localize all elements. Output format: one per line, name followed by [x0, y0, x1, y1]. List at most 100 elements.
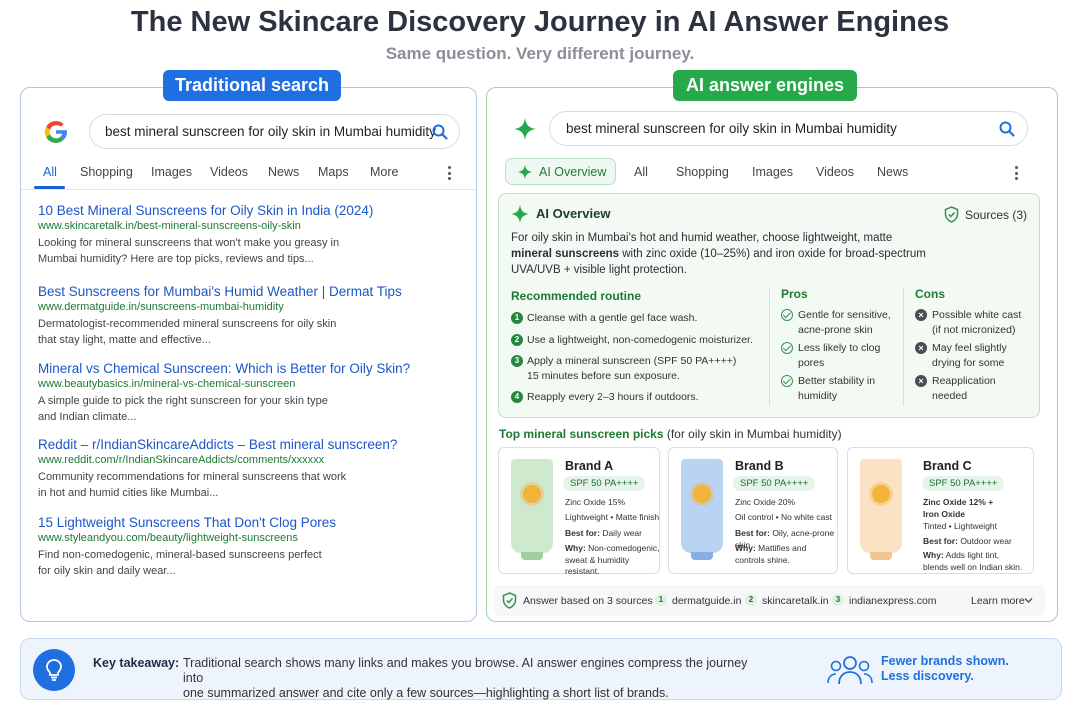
result-snippet: A simple guide to pick the right sunscre…: [38, 395, 328, 423]
brand-name: Brand B: [735, 459, 784, 473]
tab-images[interactable]: Images: [151, 165, 192, 179]
shield-check-icon: [502, 592, 517, 609]
tab-news[interactable]: News: [268, 165, 299, 179]
result-snippet: Find non-comedogenic, mineral-based suns…: [38, 549, 322, 577]
page-title: The New Skincare Discovery Journey in AI…: [130, 6, 950, 38]
sunscreen-tube-icon: [681, 459, 723, 560]
features: Oil control • No white cast: [735, 512, 832, 522]
features: Lightweight • Matte finish: [565, 512, 660, 522]
check-icon: [781, 342, 793, 354]
result-snippet: Community recommendations for mineral su…: [38, 471, 347, 499]
tab-news[interactable]: News: [877, 165, 908, 179]
tab-ai-overview-label: AI Overview: [539, 165, 607, 179]
source-number: 1: [655, 594, 667, 606]
tab-all[interactable]: All: [634, 165, 648, 179]
routine-step: 1 Cleanse with a gentle gel face wash.: [511, 311, 761, 326]
tab-shopping[interactable]: Shopping: [676, 165, 729, 179]
pros-item: Better stability in humidity: [781, 374, 875, 403]
tab-all[interactable]: All: [43, 165, 57, 179]
search-result: 15 Lightweight Sunscreens That Don't Clo…: [38, 515, 458, 579]
x-icon: ×: [915, 375, 927, 387]
result-title-link[interactable]: 15 Lightweight Sunscreens That Don't Clo…: [38, 515, 458, 530]
features: Tinted • Lightweight: [923, 521, 998, 531]
brand-name: Brand C: [923, 459, 972, 473]
source-link[interactable]: dermatguide.in: [672, 595, 741, 607]
chevron-down-icon[interactable]: [1024, 597, 1033, 604]
brand-name: Brand A: [565, 459, 614, 473]
result-url[interactable]: www.styleandyou.com/beauty/lightweight-s…: [38, 532, 458, 544]
column-divider: [769, 288, 770, 406]
x-icon: ×: [915, 309, 927, 321]
tab-videos[interactable]: Videos: [210, 165, 248, 179]
more-options-icon[interactable]: [1015, 166, 1019, 183]
product-card-brand-a[interactable]: Brand A SPF 50 PA++++ Zinc Oxide 15% Lig…: [498, 447, 660, 576]
result-url[interactable]: www.skincaretalk.in/best-mineral-sunscre…: [38, 220, 458, 232]
routine-step: 3 Apply a mineral sunscreen (SPF 50 PA+++…: [511, 354, 761, 384]
ingredient: Zinc Oxide 15%: [565, 497, 625, 507]
cons-item: × Reapplication needed: [915, 374, 996, 403]
sources-bar: Answer based on 3 sources 1 dermatguide.…: [494, 585, 1045, 616]
tab-maps[interactable]: Maps: [318, 165, 349, 179]
traditional-query-text: best mineral sunscreen for oily skin in …: [105, 124, 436, 139]
search-result: Mineral vs Chemical Sunscreen: Which is …: [38, 361, 458, 425]
ingredient: Zinc Oxide 20%: [735, 497, 795, 507]
spf-badge: SPF 50 PA++++: [922, 476, 1005, 491]
takeaway-highlight: Fewer brands shown. Less discovery.: [881, 654, 1009, 683]
cons-item: × Possible white cast (if not micronized): [915, 308, 1021, 337]
search-result: Reddit – r/IndianSkincareAddicts – Best …: [38, 437, 458, 501]
pros-item: Gentle for sensitive, acne-prone skin: [781, 308, 891, 337]
ai-query-text: best mineral sunscreen for oily skin in …: [566, 121, 897, 136]
ingredient: Zinc Oxide 12% + Iron Oxide: [923, 497, 994, 519]
why: Why: Adds light tint, blends well on Indi…: [923, 550, 1023, 572]
best-for: Best for: Daily wear: [565, 528, 642, 538]
product-card-brand-c[interactable]: Brand C SPF 50 PA++++ Zinc Oxide 12% + Ir…: [847, 447, 1034, 574]
search-icon[interactable]: [431, 123, 449, 141]
page-subtitle: Same question. Very different journey.: [385, 44, 695, 63]
x-icon: ×: [915, 342, 927, 354]
result-title-link[interactable]: Reddit – r/IndianSkincareAddicts – Best …: [38, 437, 458, 452]
traditional-search-input[interactable]: best mineral sunscreen for oily skin in …: [89, 114, 460, 149]
result-title-link[interactable]: Mineral vs Chemical Sunscreen: Which is …: [38, 361, 458, 376]
result-url[interactable]: www.reddit.com/r/IndianSkincareAddicts/c…: [38, 454, 458, 466]
product-card-brand-b[interactable]: Brand B SPF 50 PA++++ Zinc Oxide 20% Oil…: [668, 447, 838, 574]
key-takeaway-banner: Key takeaway: Traditional search shows m…: [20, 638, 1062, 700]
learn-more-button[interactable]: Learn more: [971, 595, 1025, 607]
tab-videos[interactable]: Videos: [816, 165, 854, 179]
result-title-link[interactable]: Best Sunscreens for Mumbai's Humid Weath…: [38, 284, 458, 299]
search-result: Best Sunscreens for Mumbai's Humid Weath…: [38, 284, 458, 348]
ai-answer-engines-label: AI answer engines: [673, 70, 857, 101]
why: Why: Non-comedogenic, sweat & humidity re…: [565, 543, 660, 576]
tabs-divider: [21, 189, 476, 190]
result-url[interactable]: www.dermatguide.in/sunscreens-mumbai-hum…: [38, 301, 458, 313]
check-icon: [781, 375, 793, 387]
source-link[interactable]: indianexpress.com: [849, 595, 937, 607]
sunscreen-tube-icon: [511, 459, 553, 560]
routine-heading: Recommended routine: [511, 289, 642, 303]
result-url[interactable]: www.beautybasics.in/mineral-vs-chemical-…: [38, 378, 458, 390]
sources-count[interactable]: Sources (3): [965, 208, 1027, 222]
spf-badge: SPF 50 PA++++: [563, 476, 646, 491]
sun-icon: [872, 485, 890, 503]
ai-search-input[interactable]: best mineral sunscreen for oily skin in …: [549, 111, 1028, 146]
tab-ai-overview[interactable]: AI Overview: [505, 158, 616, 185]
check-icon: [781, 309, 793, 321]
why: Why: Mattifies and controls shine.: [735, 543, 807, 565]
ai-overview-box: AI Overview Sources (3) For oily skin in…: [498, 193, 1040, 418]
picks-heading: Top mineral sunscreen picks (for oily sk…: [499, 427, 842, 441]
routine-step: 4 Reapply every 2–3 hours if outdoors.: [511, 390, 761, 405]
tab-images[interactable]: Images: [752, 165, 793, 179]
tab-more[interactable]: More: [370, 165, 398, 179]
ai-sparkle-icon: [510, 204, 530, 224]
tab-shopping[interactable]: Shopping: [80, 165, 133, 179]
cons-heading: Cons: [915, 287, 945, 301]
cons-item: × May feel slightly drying for some: [915, 341, 1007, 370]
result-snippet: Dermatologist-recommended mineral sunscr…: [38, 318, 337, 346]
result-snippet: Looking for mineral sunscreens that won'…: [38, 237, 340, 265]
search-icon[interactable]: [998, 120, 1016, 138]
traditional-search-label: Traditional search: [163, 70, 341, 101]
people-icon: [827, 656, 873, 685]
more-options-icon[interactable]: [448, 166, 452, 183]
result-title-link[interactable]: 10 Best Mineral Sunscreens for Oily Skin…: [38, 203, 458, 218]
source-link[interactable]: skincaretalk.in: [762, 595, 829, 607]
takeaway-label: Key takeaway:: [93, 656, 180, 670]
